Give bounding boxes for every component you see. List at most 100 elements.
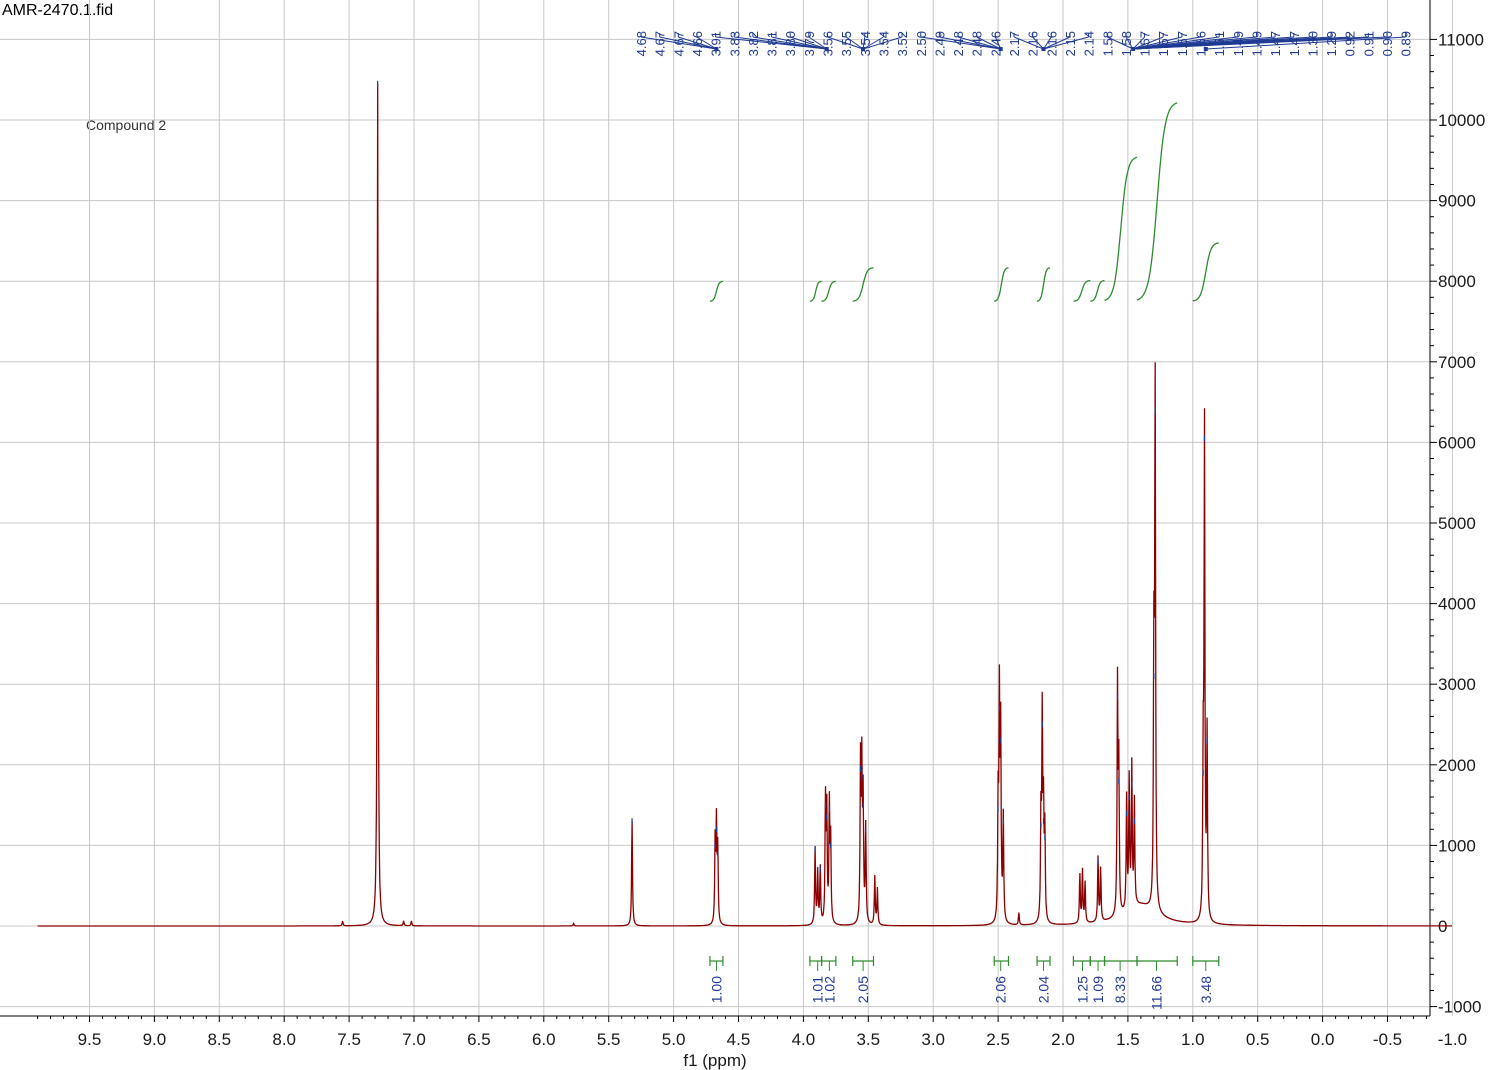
integral-curves: [709, 102, 1219, 302]
integral-curve: [1136, 102, 1178, 301]
x-tick-label: 2.0: [1051, 1030, 1075, 1049]
peak-ppm-label: 3.79: [802, 31, 817, 56]
y-tick-label: 5000: [1438, 514, 1476, 533]
integral-value-label: 8.33: [1112, 976, 1128, 1003]
x-tick-label: 6.0: [532, 1030, 556, 1049]
integral-value-label: 1.00: [708, 976, 724, 1003]
peak-ppm-label: 3.83: [727, 31, 742, 56]
integral-value-label: 1.09: [1090, 976, 1106, 1003]
x-tick-label: 7.0: [402, 1030, 426, 1049]
integral-value-label: 1.25: [1074, 976, 1090, 1003]
peak-ppm-label: 3.82: [746, 31, 761, 56]
peak-ppm-label: 2.14: [1082, 31, 1097, 56]
peak-ppm-label: 0.92: [1343, 31, 1358, 56]
peak-group-anchor: [998, 47, 1003, 51]
integral-curve: [1073, 279, 1091, 302]
peak-ppm-label: 1.57: [1138, 31, 1153, 56]
integral-curve: [1104, 156, 1138, 302]
y-tick-label: 2000: [1438, 756, 1476, 775]
x-tick-label: 7.5: [337, 1030, 361, 1049]
peak-ppm-label: 3.81: [765, 31, 780, 56]
y-tick-label: 4000: [1438, 595, 1476, 614]
peak-ppm-label: 4.67: [653, 31, 668, 56]
peak-ppm-label: 2.46: [988, 31, 1003, 56]
nmr-spectrum-chart: 9.5 9.0 8.5 8.0 7.5 7.0 6.5 6.0 5.5 5.0 4.5 4.0 3.5 3…: [0, 0, 1485, 1070]
x-tick-label: 2.5: [986, 1030, 1010, 1049]
integral-curve: [809, 280, 822, 302]
x-tick-label: 4.5: [727, 1030, 751, 1049]
peak-ppm-label: 0.91: [1361, 31, 1376, 56]
peak-ppm-label: 2.50: [914, 31, 929, 56]
peak-group-anchor: [1131, 47, 1136, 51]
peak-ppm-label: 2.17: [1007, 31, 1022, 56]
y-tick-label: 8000: [1438, 272, 1476, 291]
peak-markers: [377, 80, 1208, 873]
peak-ppm-label: 3.55: [839, 31, 854, 56]
peak-ppm-label: 4.66: [690, 31, 705, 56]
peak-ppm-label: 3.56: [821, 31, 836, 56]
peak-ppm-label: 3.80: [783, 31, 798, 56]
y-tick-label: 7000: [1438, 353, 1476, 372]
integral-value-label: 3.48: [1198, 976, 1214, 1003]
peak-ppm-label: 3.91: [709, 31, 724, 56]
x-tick-label: 0.0: [1311, 1030, 1335, 1049]
y-ticks: -100001000200030004000500060007000800090…: [1430, 30, 1485, 1017]
integral-value-label: 1.02: [821, 976, 837, 1003]
x-tick-label: 1.5: [1116, 1030, 1140, 1049]
x-axis-label: f1 (ppm): [683, 1051, 746, 1070]
grid: [0, 0, 1453, 1016]
integral-value-label: 11.66: [1148, 976, 1164, 1010]
peak-ppm-label: 2.48: [951, 31, 966, 56]
integral-curve: [709, 280, 724, 302]
x-tick-label: 5.5: [597, 1030, 621, 1049]
peak-ppm-label: 3.54: [876, 31, 891, 56]
integral-curve: [852, 267, 874, 302]
x-tick-label: 3.5: [856, 1030, 880, 1049]
x-tick-label: 8.5: [207, 1030, 231, 1049]
x-tick-label: 3.0: [921, 1030, 945, 1049]
peak-group-anchor: [861, 47, 866, 51]
x-tick-label: 9.0: [143, 1030, 167, 1049]
x-tick-label: 0.5: [1246, 1030, 1270, 1049]
peak-ppm-label: 3.52: [895, 31, 910, 56]
peak-ppm-label: 2.16: [1026, 31, 1041, 56]
peak-ppm-label: 0.89: [1399, 31, 1414, 56]
integral-curve: [1037, 267, 1051, 302]
y-tick-label: 9000: [1438, 192, 1476, 211]
peak-ppm-label: 0.90: [1380, 31, 1395, 56]
peak-ppm-label: 3.54: [858, 31, 873, 56]
peak-ppm-label: 1.30: [1305, 31, 1320, 56]
x-tick-label: 5.0: [662, 1030, 686, 1049]
peak-ppm-label: 4.67: [671, 31, 686, 56]
integral-curve: [994, 267, 1009, 302]
peak-ppm-label: 1.58: [1119, 31, 1134, 56]
y-tick-label: 1000: [1438, 836, 1476, 855]
integral-brackets: 1.00 1.011.02 2.05 2.06 2.04 1.25 1.09 8.33 11.6…: [708, 956, 1220, 1010]
x-tick-label: -0.5: [1373, 1030, 1402, 1049]
y-tick-label: -1000: [1438, 998, 1481, 1017]
peak-ppm-label: 1.47: [1268, 31, 1283, 56]
y-tick-label: 3000: [1438, 675, 1476, 694]
peak-group-anchor: [1203, 47, 1208, 51]
x-ticks: 9.5 9.0 8.5 8.0 7.5 7.0 6.5 6.0 5.5 5.0 4.5 4.0 3.5 3…: [37, 1016, 1467, 1049]
x-tick-label: 1.0: [1181, 1030, 1205, 1049]
peak-ppm-label: 2.16: [1044, 31, 1059, 56]
integral-value-label: 2.06: [993, 976, 1009, 1003]
x-tick-label: 4.0: [792, 1030, 816, 1049]
x-tick-label: -1.0: [1438, 1030, 1467, 1049]
x-tick-label: 6.5: [467, 1030, 491, 1049]
spectrum-line: [37, 83, 1453, 927]
integral-curve: [1192, 242, 1219, 302]
integral-value-label: 2.05: [855, 976, 871, 1003]
y-tick-label: 11000: [1438, 30, 1484, 49]
x-tick-label: 8.0: [272, 1030, 296, 1049]
peak-ppm-label: 1.58: [1100, 31, 1115, 56]
integral-curve: [1090, 279, 1105, 302]
peak-ppm-label: 1.29: [1324, 31, 1339, 56]
integral-curve: [821, 280, 837, 302]
peak-ppm-label: 2.48: [970, 31, 985, 56]
x-tick-label: 9.5: [78, 1030, 102, 1049]
y-tick-label: 10000: [1438, 111, 1485, 130]
y-tick-label: 6000: [1438, 433, 1476, 452]
peak-group-anchor: [1041, 47, 1046, 51]
